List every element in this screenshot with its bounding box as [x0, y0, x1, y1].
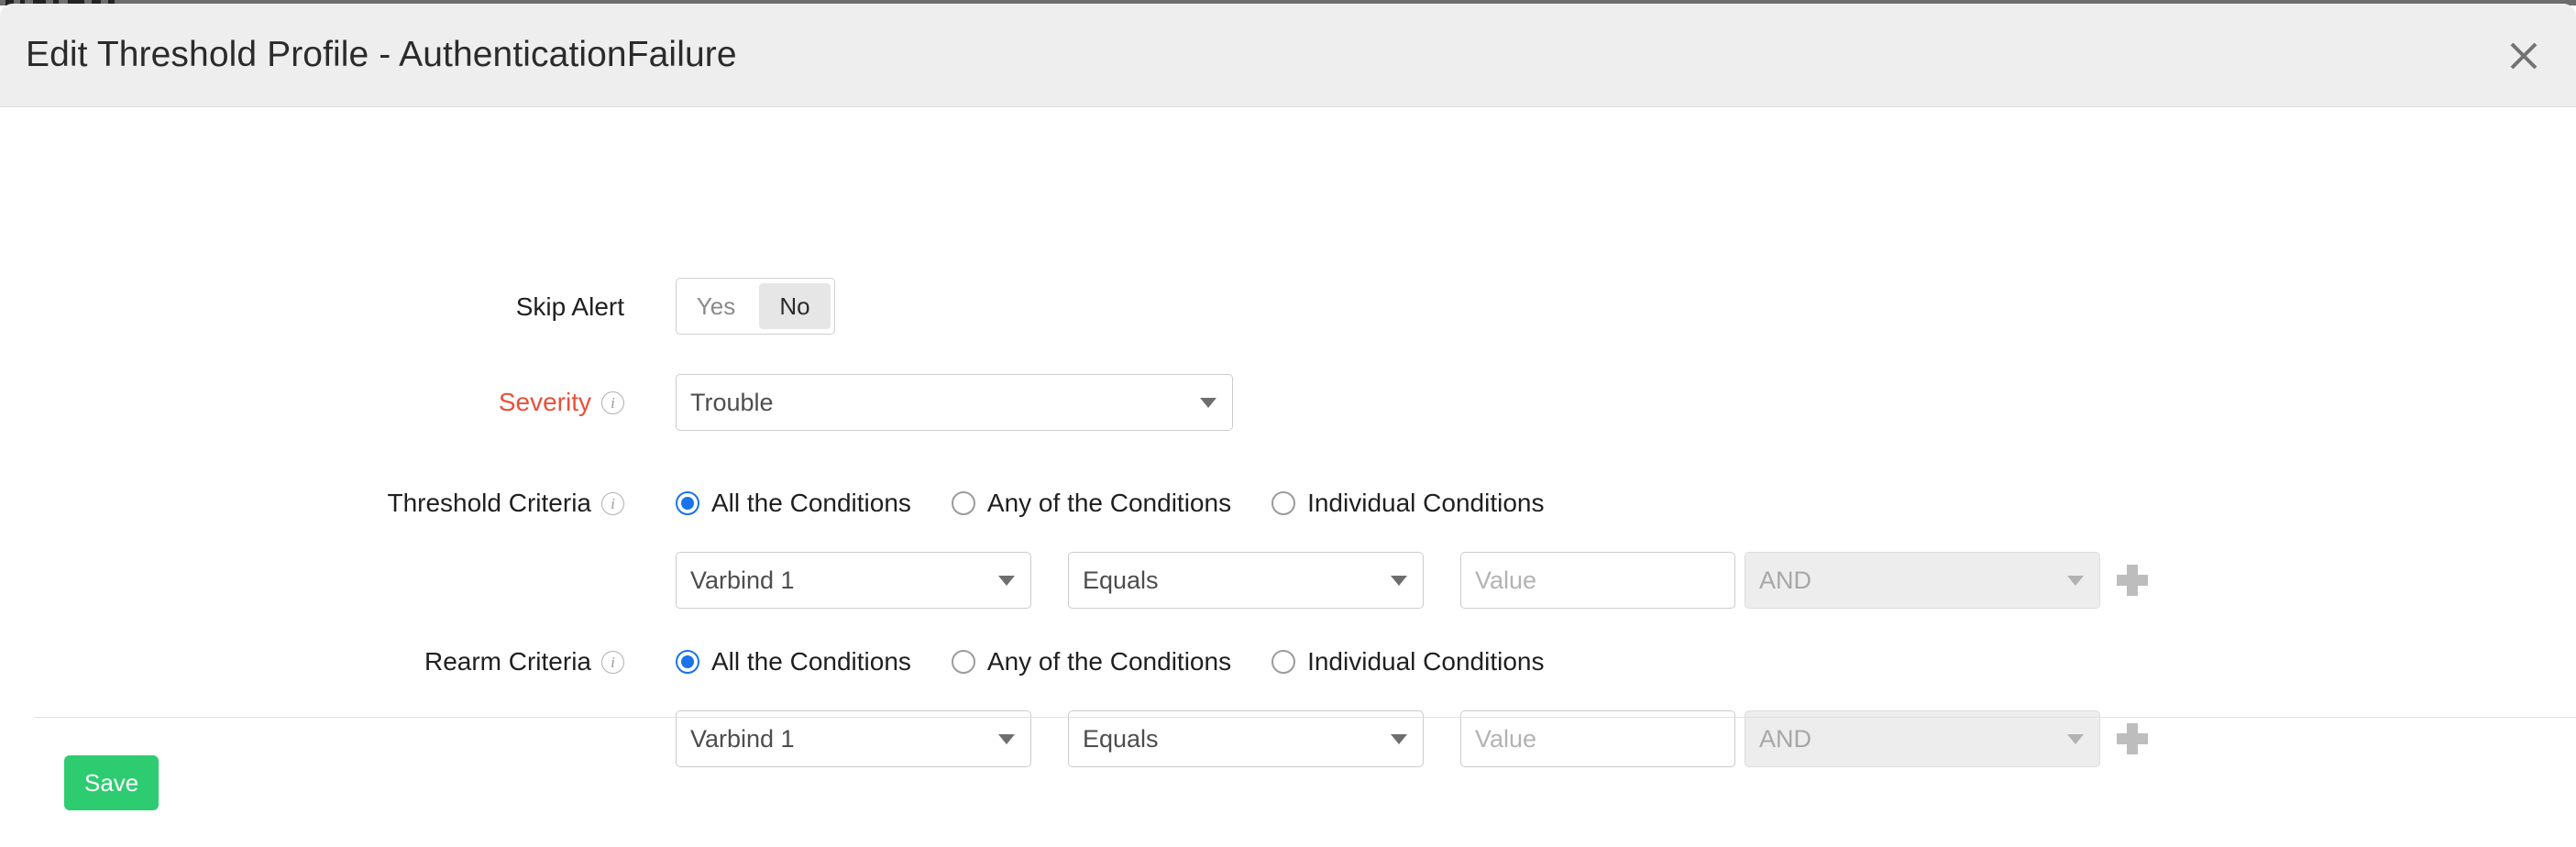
- threshold-operator-value: Equals: [1083, 553, 1381, 608]
- threshold-value-input[interactable]: [1460, 552, 1735, 609]
- rearm-condition-row: Varbind 1 Equals AND: [676, 710, 2148, 767]
- chevron-down-icon: [1391, 734, 1407, 744]
- footer-divider: [35, 717, 2576, 718]
- rearm-radio-individual-conditions-label: Individual Conditions: [1307, 647, 1544, 676]
- rearm-criteria-label: Rearm Criteria: [424, 642, 591, 682]
- dialog-header: Edit Threshold Profile - AuthenticationF…: [0, 4, 2576, 107]
- rearm-value-input[interactable]: [1460, 710, 1735, 767]
- radio-icon: [952, 650, 975, 674]
- radio-icon: [1271, 491, 1295, 515]
- rearm-criteria-control: All the Conditions Any of the Conditions…: [676, 642, 1544, 682]
- threshold-criteria-radio-group: All the Conditions Any of the Conditions…: [676, 483, 1544, 523]
- rearm-varbind-value: Varbind 1: [690, 711, 988, 766]
- chevron-down-icon: [998, 734, 1015, 744]
- severity-label: Severity: [499, 382, 591, 423]
- threshold-radio-individual-conditions[interactable]: Individual Conditions: [1271, 489, 1544, 518]
- edit-threshold-profile-dialog: Edit Threshold Profile - AuthenticationF…: [0, 4, 2576, 847]
- dialog-body: Skip Alert Yes No Severity i Trouble: [0, 107, 2576, 731]
- threshold-radio-all-conditions-label: All the Conditions: [711, 489, 911, 518]
- rearm-varbind-select[interactable]: Varbind 1: [676, 710, 1031, 767]
- skip-alert-toggle[interactable]: Yes No: [676, 278, 835, 335]
- threshold-join-value: AND: [1759, 553, 2057, 608]
- info-icon[interactable]: i: [601, 492, 624, 515]
- radio-icon: [1271, 650, 1295, 674]
- rearm-radio-any-conditions[interactable]: Any of the Conditions: [952, 647, 1231, 676]
- save-button[interactable]: Save: [64, 755, 159, 810]
- threshold-radio-all-conditions[interactable]: All the Conditions: [676, 489, 911, 518]
- threshold-radio-any-conditions[interactable]: Any of the Conditions: [952, 489, 1231, 518]
- skip-alert-control: Yes No: [676, 287, 835, 335]
- threshold-radio-any-conditions-label: Any of the Conditions: [987, 489, 1231, 518]
- chevron-down-icon: [1200, 398, 1216, 408]
- info-icon[interactable]: i: [601, 391, 624, 414]
- threshold-criteria-label-group: Threshold Criteria i: [387, 483, 624, 523]
- threshold-criteria-label: Threshold Criteria: [387, 483, 591, 523]
- close-button[interactable]: [2497, 29, 2550, 82]
- info-icon[interactable]: i: [601, 651, 624, 674]
- chevron-down-icon: [2067, 734, 2084, 744]
- threshold-operator-select[interactable]: Equals: [1068, 552, 1424, 609]
- severity-select[interactable]: Trouble: [676, 374, 1233, 431]
- rearm-operator-value: Equals: [1083, 711, 1381, 766]
- rearm-radio-individual-conditions[interactable]: Individual Conditions: [1271, 647, 1544, 676]
- rearm-criteria-label-group: Rearm Criteria i: [424, 642, 624, 682]
- dialog-title: Edit Threshold Profile - AuthenticationF…: [26, 4, 737, 106]
- skip-alert-option-yes[interactable]: Yes: [680, 283, 752, 329]
- plus-icon[interactable]: [2117, 723, 2148, 754]
- rearm-join-select: AND: [1745, 710, 2100, 767]
- threshold-varbind-value: Varbind 1: [690, 553, 988, 608]
- rearm-radio-all-conditions[interactable]: All the Conditions: [676, 647, 911, 676]
- skip-alert-label: Skip Alert: [516, 287, 624, 327]
- threshold-varbind-select[interactable]: Varbind 1: [676, 552, 1031, 609]
- radio-icon: [676, 650, 699, 674]
- skip-alert-label-group: Skip Alert: [516, 287, 624, 327]
- threshold-condition-row: Varbind 1 Equals AND: [676, 552, 2148, 609]
- close-icon: [2505, 38, 2542, 74]
- threshold-radio-individual-conditions-label: Individual Conditions: [1307, 489, 1544, 518]
- chevron-down-icon: [1391, 576, 1407, 586]
- rearm-operator-select[interactable]: Equals: [1068, 710, 1424, 767]
- severity-control: Trouble: [676, 382, 1233, 431]
- rearm-radio-any-conditions-label: Any of the Conditions: [987, 647, 1231, 676]
- severity-select-value: Trouble: [690, 375, 1190, 430]
- rearm-join-value: AND: [1759, 711, 2057, 766]
- radio-icon: [676, 491, 699, 515]
- threshold-criteria-control: All the Conditions Any of the Conditions…: [676, 483, 1544, 523]
- rearm-criteria-radio-group: All the Conditions Any of the Conditions…: [676, 642, 1544, 682]
- plus-icon[interactable]: [2117, 565, 2148, 596]
- severity-label-group: Severity i: [499, 382, 624, 423]
- radio-icon: [952, 491, 975, 515]
- chevron-down-icon: [998, 576, 1015, 586]
- chevron-down-icon: [2067, 576, 2084, 586]
- skip-alert-option-no[interactable]: No: [759, 283, 831, 329]
- rearm-radio-all-conditions-label: All the Conditions: [711, 647, 911, 676]
- threshold-join-select: AND: [1745, 552, 2100, 609]
